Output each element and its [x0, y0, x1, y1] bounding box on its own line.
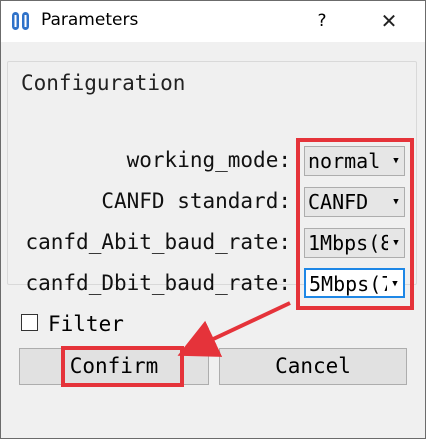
help-button[interactable]: ? — [307, 5, 337, 37]
confirm-button[interactable]: Confirm — [19, 348, 209, 385]
dbit-baud-rate-value: 5Mbps(7 — [309, 272, 394, 296]
group-title: Configuration — [21, 71, 186, 95]
working-mode-select[interactable]: normal ▼ — [304, 146, 405, 176]
close-button[interactable]: ✕ — [373, 5, 405, 37]
abit-baud-rate-value: 1Mbps(8 — [308, 231, 393, 255]
chevron-down-icon: ▼ — [388, 188, 404, 216]
title-bar: Parameters ? ✕ — [1, 1, 425, 42]
parameters-dialog: Parameters ? ✕ Configuration working_mod… — [0, 0, 426, 439]
chevron-down-icon: ▼ — [388, 229, 404, 257]
filter-checkbox[interactable] — [21, 314, 38, 331]
cancel-button[interactable]: Cancel — [219, 348, 407, 385]
filter-label[interactable]: Filter — [48, 312, 124, 336]
abit-baud-rate-label: canfd_Abit_baud_rate: — [25, 230, 291, 254]
chevron-down-icon: ▼ — [388, 147, 404, 175]
chevron-down-icon: ▼ — [387, 270, 403, 296]
working-mode-label: working_mode: — [126, 148, 291, 172]
dbit-baud-rate-label: canfd_Dbit_baud_rate: — [25, 271, 291, 295]
dbit-baud-rate-select[interactable]: 5Mbps(7 ▼ — [304, 268, 405, 298]
canfd-standard-select[interactable]: CANFD ▼ — [304, 187, 405, 217]
canfd-standard-label: CANFD standard: — [101, 189, 291, 213]
window-title: Parameters — [41, 10, 139, 30]
working-mode-value: normal — [308, 149, 381, 173]
app-logo-icon — [12, 12, 29, 30]
canfd-standard-value: CANFD — [308, 190, 369, 214]
abit-baud-rate-select[interactable]: 1Mbps(8 ▼ — [304, 228, 405, 258]
